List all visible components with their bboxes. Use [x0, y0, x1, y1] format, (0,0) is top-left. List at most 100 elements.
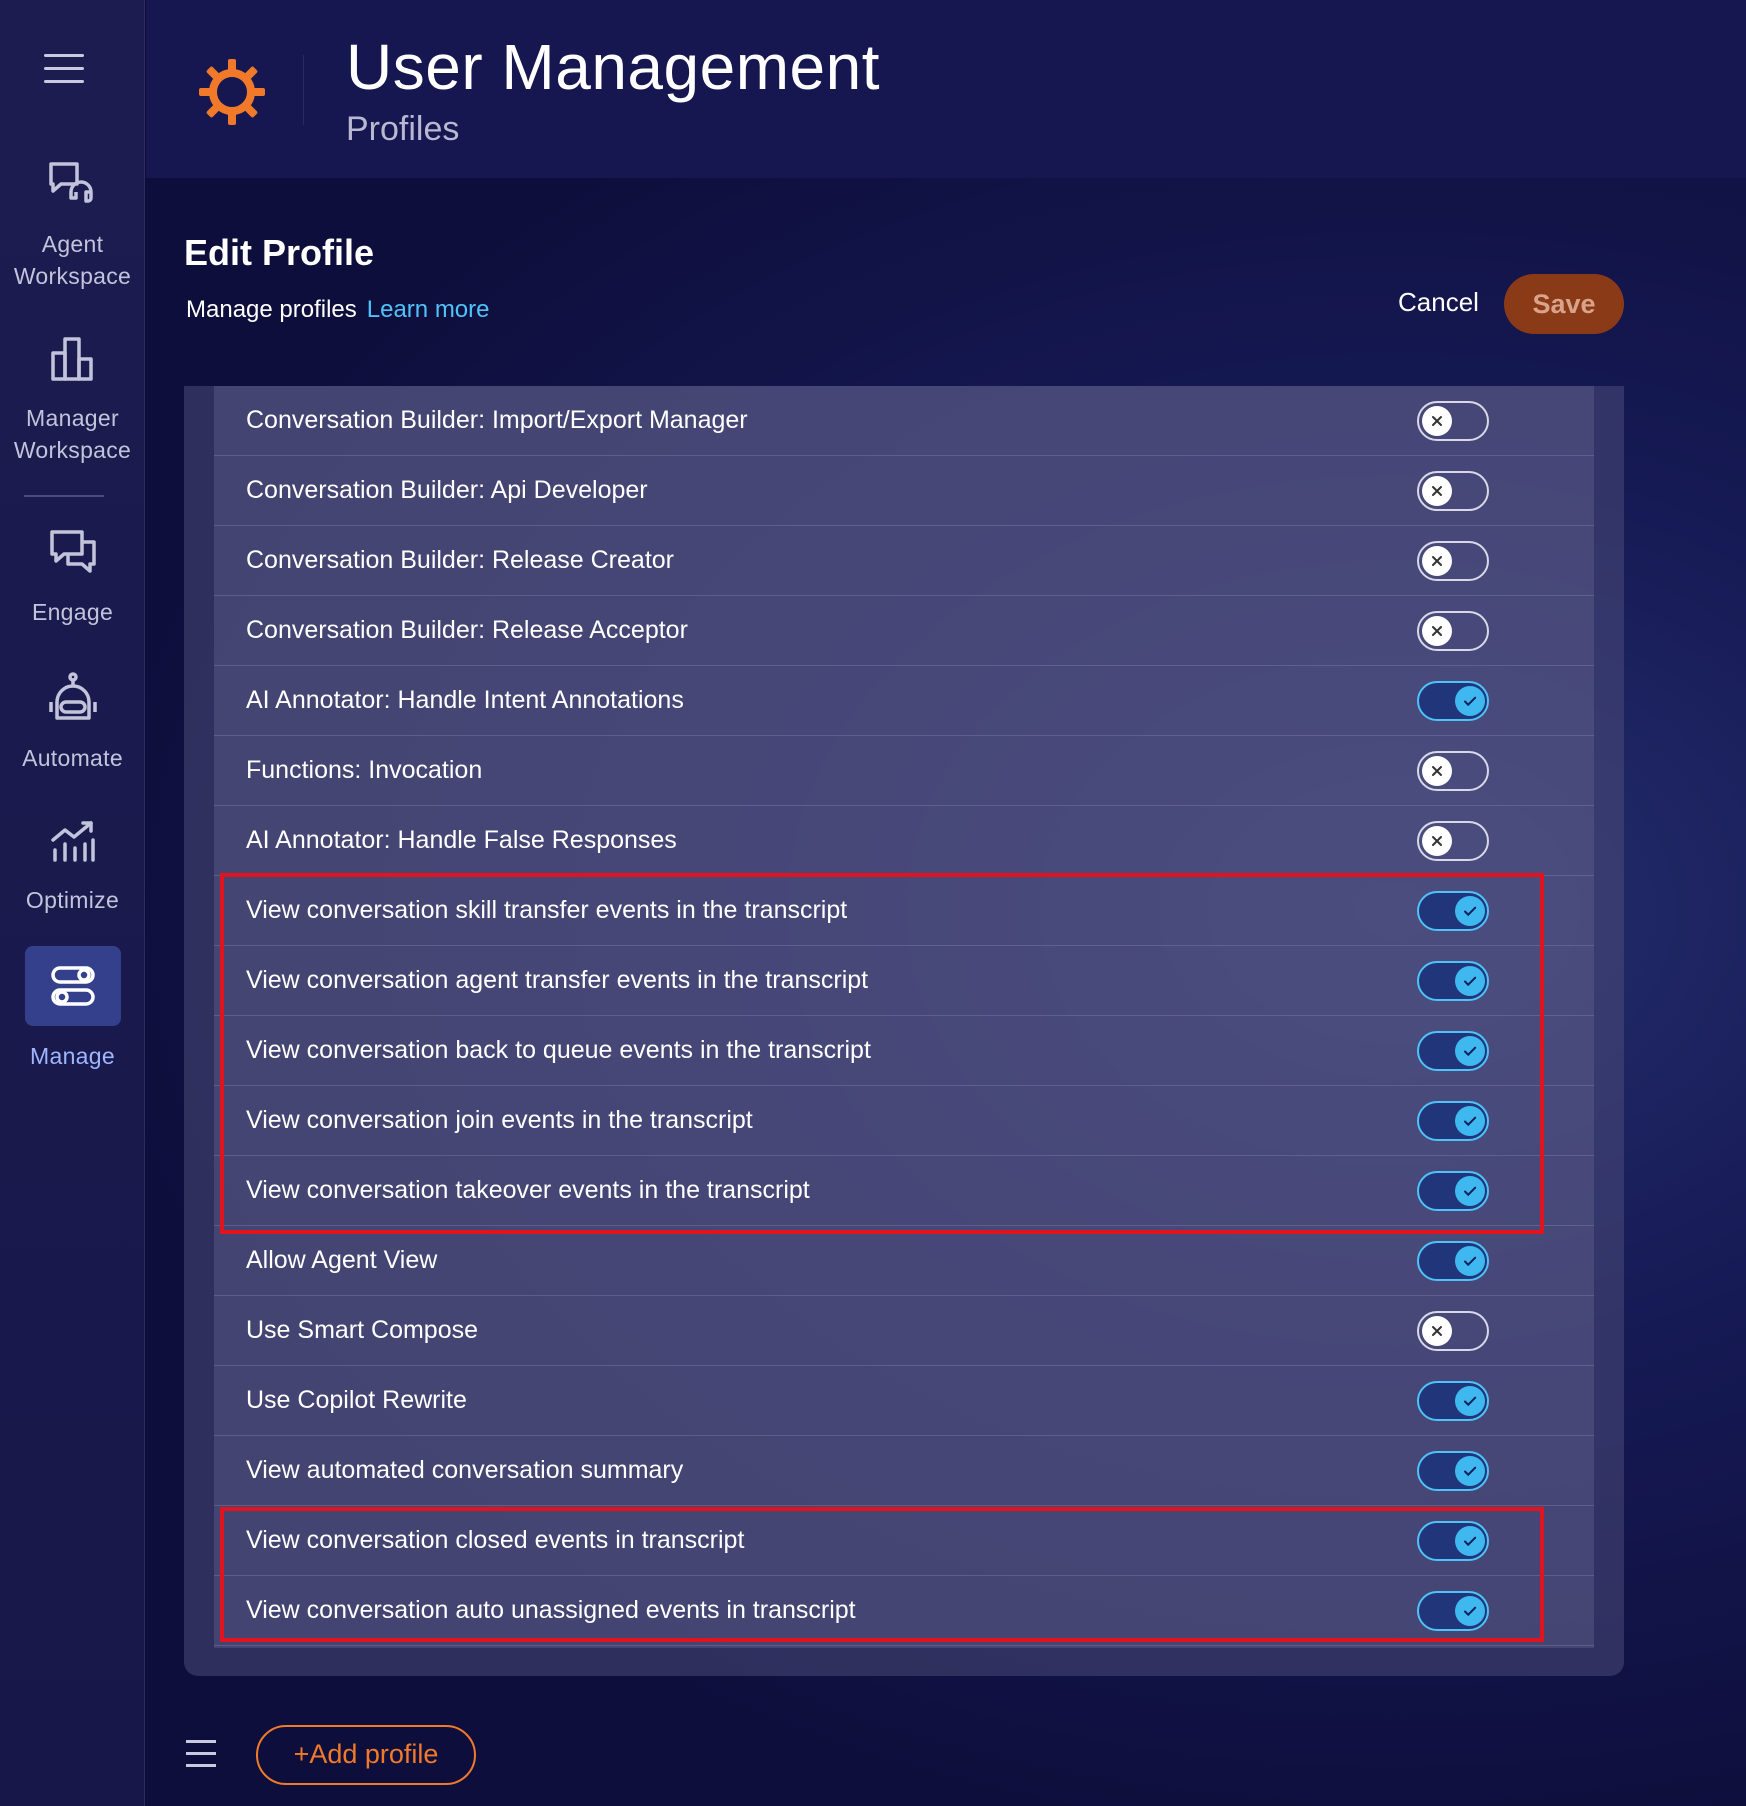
toggle-knob — [1455, 1526, 1485, 1556]
permission-toggle[interactable] — [1417, 1451, 1489, 1491]
permission-label: Conversation Builder: Api Developer — [246, 476, 648, 504]
permission-toggle[interactable] — [1417, 1381, 1489, 1421]
agent-headset-chat-icon — [48, 162, 93, 203]
check-icon — [1464, 1606, 1477, 1617]
permission-row: Use Copilot Rewrite — [214, 1366, 1594, 1436]
permission-row: View conversation closed events in trans… — [214, 1506, 1594, 1576]
check-icon — [1464, 1466, 1477, 1477]
close-icon — [1432, 766, 1442, 776]
close-icon — [1432, 626, 1442, 636]
permission-toggle[interactable] — [1417, 961, 1489, 1001]
trend-chart-icon — [50, 821, 95, 862]
permissions-list[interactable]: Conversation Builder: Import/Export Mana… — [214, 386, 1594, 1648]
sidebar: Agent Workspace Manager Workspace Engage… — [0, 0, 145, 1806]
list-icon[interactable] — [186, 1740, 216, 1768]
sidebar-item-label: Manage — [30, 1043, 115, 1069]
add-profile-button[interactable]: +Add profile — [256, 1725, 476, 1785]
permission-toggle[interactable] — [1417, 401, 1489, 441]
permission-row: View conversation join events in the tra… — [214, 1086, 1594, 1156]
permission-toggle[interactable] — [1417, 1031, 1489, 1071]
learn-more-link[interactable]: Learn more — [367, 296, 490, 323]
bar-chart-icon — [50, 337, 93, 381]
permission-label: AI Annotator: Handle False Responses — [246, 826, 677, 854]
permission-row: Conversation Builder: Import/Export Mana… — [214, 386, 1594, 456]
permission-toggle[interactable] — [1417, 1521, 1489, 1561]
sidebar-item-agent-workspace[interactable]: Agent Workspace — [0, 158, 145, 292]
toggle-knob — [1455, 1036, 1485, 1066]
toggles-icon — [50, 966, 95, 1006]
close-icon — [1432, 1326, 1442, 1336]
permission-row: AI Annotator: Handle Intent Annotations — [214, 666, 1594, 736]
permission-label: View conversation agent transfer events … — [246, 966, 869, 994]
sidebar-item-optimize[interactable]: Optimize — [0, 820, 145, 916]
permission-label: AI Annotator: Handle Intent Annotations — [246, 686, 684, 714]
close-icon — [1432, 486, 1442, 496]
permission-row: View conversation skill transfer events … — [214, 876, 1594, 946]
permission-toggle[interactable] — [1417, 681, 1489, 721]
permission-label: View conversation auto unassigned events… — [246, 1596, 856, 1624]
sidebar-item-engage[interactable]: Engage — [0, 528, 145, 628]
close-icon — [1432, 416, 1442, 426]
cancel-button[interactable]: Cancel — [1398, 287, 1479, 318]
check-icon — [1464, 1536, 1477, 1547]
check-icon — [1464, 1186, 1477, 1197]
permission-label: Conversation Builder: Release Acceptor — [246, 616, 688, 644]
gear-logo-icon — [199, 59, 265, 125]
robot-icon — [48, 672, 97, 720]
permission-toggle[interactable] — [1417, 1101, 1489, 1141]
permission-label: Use Copilot Rewrite — [246, 1386, 467, 1414]
permission-toggle[interactable] — [1417, 1311, 1489, 1351]
toggle-knob — [1422, 406, 1452, 436]
permission-label: Conversation Builder: Release Creator — [246, 546, 674, 574]
permission-label: View automated conversation summary — [246, 1456, 684, 1484]
sidebar-item-manager-workspace[interactable]: Manager Workspace — [0, 336, 145, 466]
check-icon — [1464, 696, 1477, 707]
permission-label: Allow Agent View — [246, 1246, 438, 1274]
toggle-knob — [1455, 1106, 1485, 1136]
save-button[interactable]: Save — [1504, 274, 1624, 334]
header-separator — [303, 55, 304, 125]
check-icon — [1464, 976, 1477, 987]
toggle-knob — [1455, 1596, 1485, 1626]
permission-toggle[interactable] — [1417, 891, 1489, 931]
permission-label: View conversation takeover events in the… — [246, 1176, 810, 1204]
toggle-knob — [1455, 966, 1485, 996]
permission-label: Functions: Invocation — [246, 756, 483, 784]
toggle-knob — [1455, 1386, 1485, 1416]
permission-row: View conversation agent transfer events … — [214, 946, 1594, 1016]
sidebar-item-automate[interactable]: Automate — [0, 672, 145, 774]
permission-toggle[interactable] — [1417, 821, 1489, 861]
permission-toggle[interactable] — [1417, 751, 1489, 791]
sidebar-item-manage[interactable]: Manage — [0, 946, 145, 1072]
permission-label: View conversation join events in the tra… — [246, 1106, 753, 1134]
check-icon — [1464, 906, 1477, 917]
toggle-knob — [1422, 616, 1452, 646]
permission-label: Conversation Builder: Import/Export Mana… — [246, 406, 748, 434]
permission-row: Functions: Invocation — [214, 736, 1594, 806]
permission-toggle[interactable] — [1417, 1171, 1489, 1211]
page-title: User Management — [346, 31, 880, 103]
toggle-knob — [1422, 546, 1452, 576]
permission-toggle[interactable] — [1417, 471, 1489, 511]
permission-toggle[interactable] — [1417, 1241, 1489, 1281]
toggle-knob — [1455, 686, 1485, 716]
sidebar-item-label: Engage — [31, 599, 114, 625]
permission-label: View conversation skill transfer events … — [246, 896, 848, 924]
permission-label: View conversation back to queue events i… — [246, 1036, 871, 1064]
hamburger-icon[interactable] — [44, 54, 84, 84]
toggle-knob — [1455, 1176, 1485, 1206]
sidebar-item-label: Manager Workspace — [13, 405, 132, 463]
manage-active-box — [24, 946, 121, 1026]
permission-toggle[interactable] — [1417, 541, 1489, 581]
permission-toggle[interactable] — [1417, 1591, 1489, 1631]
permission-row: AI Annotator: Handle False Responses — [214, 806, 1594, 876]
permission-toggle[interactable] — [1417, 611, 1489, 651]
toggle-knob — [1422, 476, 1452, 506]
edit-profile-title: Edit Profile — [184, 232, 375, 273]
permission-row: Use Smart Compose — [214, 1296, 1594, 1366]
toggle-knob — [1422, 756, 1452, 786]
manage-profiles-line: Manage profiles Learn more — [186, 296, 490, 324]
permission-row: View conversation auto unassigned events… — [214, 1576, 1594, 1646]
check-icon — [1464, 1046, 1477, 1057]
permission-label: View conversation closed events in trans… — [246, 1526, 745, 1554]
